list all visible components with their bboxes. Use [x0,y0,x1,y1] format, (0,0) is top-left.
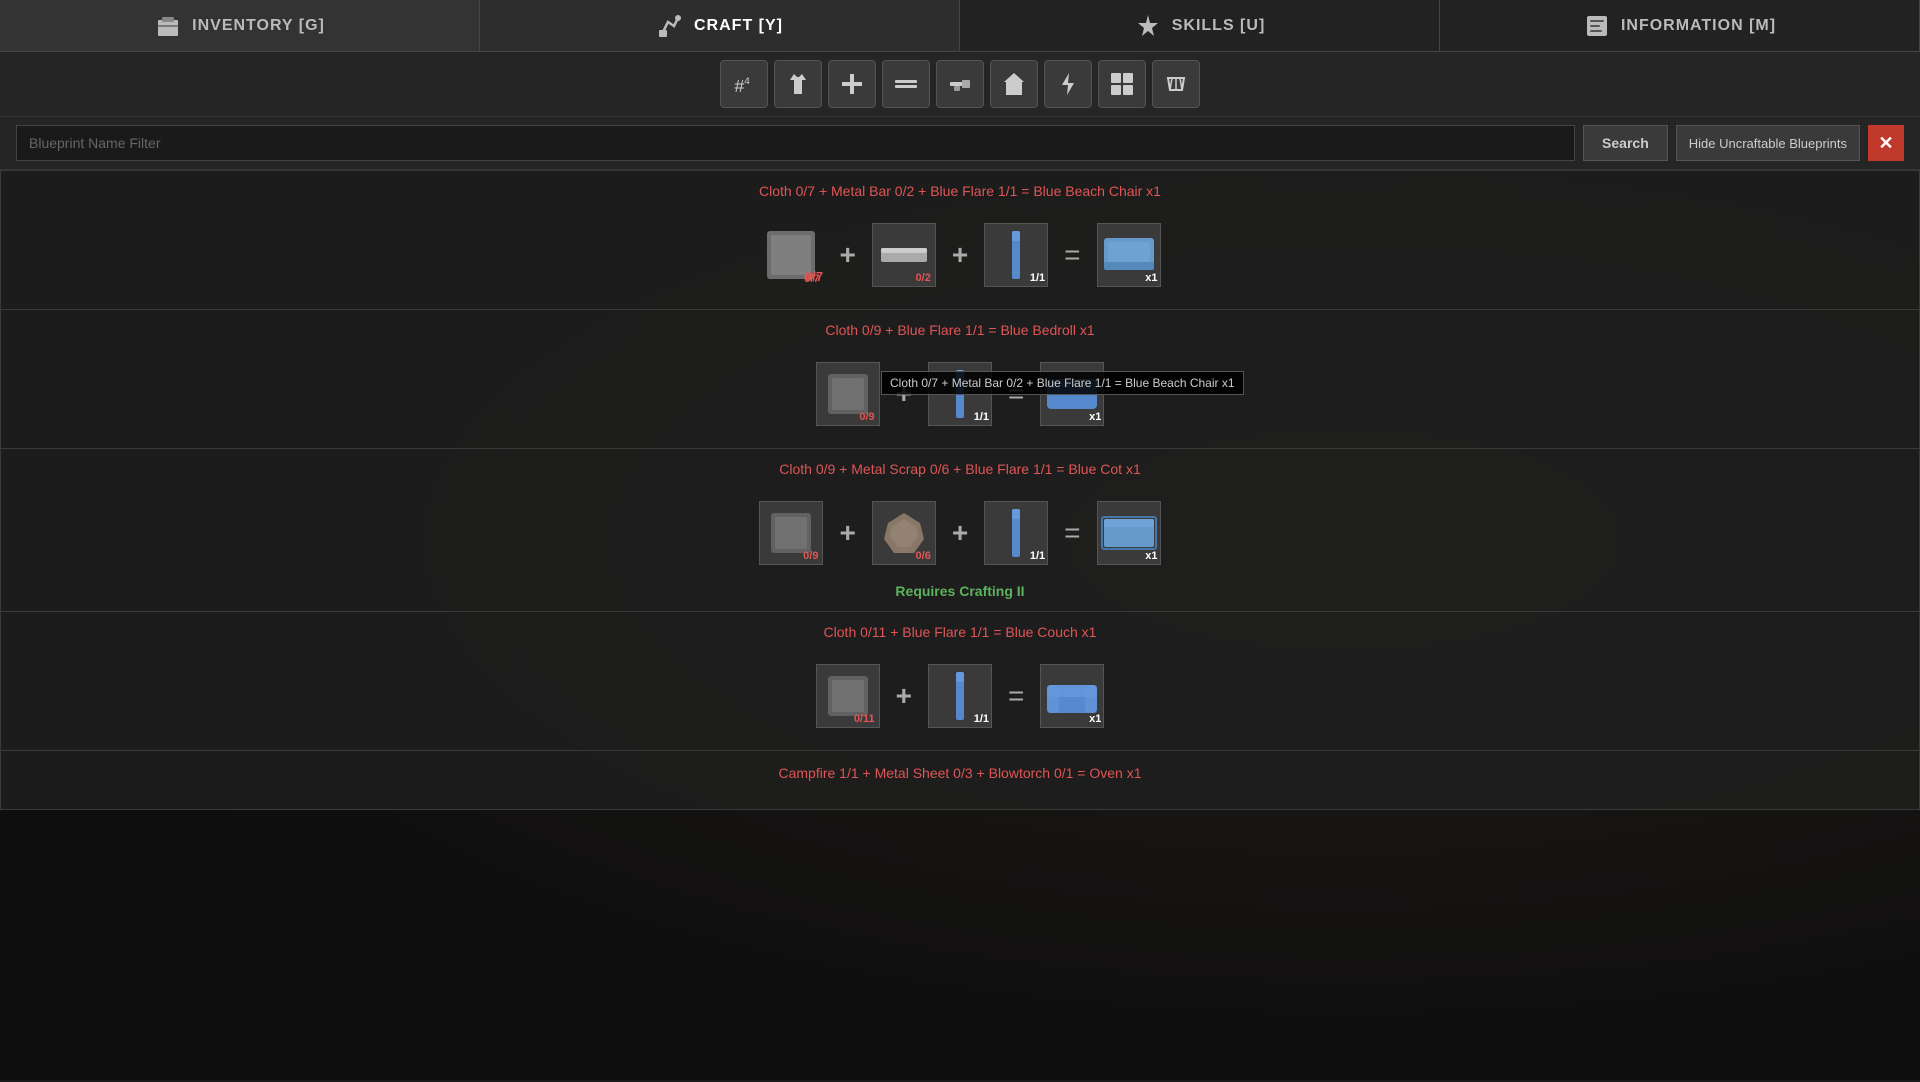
recipe-tooltip: Cloth 0/7 + Metal Bar 0/2 + Blue Flare 1… [881,371,1244,395]
blueprint-recipe-blue-cot: 0/9 + 0/6 + 1/1 = [21,491,1899,575]
cloth-count-3: 0/9 [803,550,818,562]
nav-information-label: Information [M] [1621,17,1776,35]
result-couch: x1 [1040,664,1104,728]
nav-information[interactable]: Information [M] [1440,0,1920,51]
inventory-icon [154,12,182,40]
toolbar-medical[interactable] [828,60,876,108]
toolbar-all[interactable]: # 4 [720,60,768,108]
nav-inventory[interactable]: Inventory [G] [0,0,480,51]
equals-op-1: = [1064,239,1080,271]
ingredient-blue-flare-1: 1/1 [984,223,1048,287]
toolbar-clothing[interactable] [774,60,822,108]
skills-icon [1134,12,1162,40]
cloth-count: 0/7 [804,273,819,285]
blueprint-oven[interactable]: Campfire 1/1 + Metal Sheet 0/3 + Blowtor… [0,751,1920,810]
cot-count: x1 [1145,550,1157,562]
nav-craft[interactable]: Craft [Y] [480,0,960,51]
nav-craft-label: Craft [Y] [694,17,783,35]
toolbar-tools[interactable] [882,60,930,108]
ingredient-cloth-4: 0/11 [816,664,880,728]
cloth-count-2: 0/9 [859,411,874,423]
beach-chair-count: x1 [1145,272,1157,284]
blueprint-recipe-blue-beach-chair: 0/7 0/7 + 0/2 + 1/1 [21,213,1899,297]
category-toolbar: # 4 [0,52,1920,117]
blue-flare-count-1: 1/1 [1030,272,1045,284]
toolbar-misc[interactable] [1098,60,1146,108]
nav-inventory-label: Inventory [G] [192,17,325,35]
ingredient-cloth-3: 0/9 [759,501,823,565]
search-input[interactable] [16,125,1575,161]
plus-op-1: + [839,239,855,271]
ingredient-cloth: 0/7 0/7 [759,223,823,287]
blue-flare-count-4: 1/1 [974,713,989,725]
svg-text:4: 4 [744,77,750,88]
ingredient-metal-scrap: 0/6 [872,501,936,565]
equals-op-3: = [1064,517,1080,549]
plus-op-2: + [952,239,968,271]
ingredient-metal-bar: 0/2 [872,223,936,287]
blueprint-title-blue-bedroll: Cloth 0/9 + Blue Flare 1/1 = Blue Bedrol… [21,322,1899,338]
ingredient-cloth-2: 0/9 [816,362,880,426]
toolbar-weapons[interactable] [936,60,984,108]
blueprint-blue-cot[interactable]: Cloth 0/9 + Metal Scrap 0/6 + Blue Flare… [0,449,1920,612]
plus-op-5: + [952,517,968,549]
search-bar: Search Hide Uncraftable Blueprints ✕ [0,117,1920,170]
blueprint-title-blue-beach-chair: Cloth 0/7 + Metal Bar 0/2 + Blue Flare 1… [21,183,1899,199]
toolbar-building[interactable] [990,60,1038,108]
plus-op-4: + [839,517,855,549]
toolbar-workbench[interactable] [1152,60,1200,108]
nav-skills[interactable]: Skills [U] [960,0,1440,51]
result-cot: x1 [1097,501,1161,565]
plus-op-6: + [896,680,912,712]
blueprint-title-blue-couch: Cloth 0/11 + Blue Flare 1/1 = Blue Couch… [21,624,1899,640]
craft-icon [656,12,684,40]
blue-flare-count-2: 1/1 [974,411,989,423]
metal-scrap-count: 0/6 [916,550,931,562]
blueprint-list: Cloth 0/7 + Metal Bar 0/2 + Blue Flare 1… [0,170,1920,1082]
nav-skills-label: Skills [U] [1172,17,1266,35]
blueprint-title-blue-cot: Cloth 0/9 + Metal Scrap 0/6 + Blue Flare… [21,461,1899,477]
couch-count: x1 [1089,713,1101,725]
cloth-count-4: 0/11 [854,713,875,725]
requires-crafting-label: Requires Crafting II [21,583,1899,599]
hide-uncraftable-button[interactable]: Hide Uncraftable Blueprints [1676,125,1860,161]
bedroll-count: x1 [1089,411,1101,423]
information-icon [1583,12,1611,40]
blue-flare-count-3: 1/1 [1030,550,1045,562]
search-button[interactable]: Search [1583,125,1668,161]
equals-op-4: = [1008,680,1024,712]
close-search-button[interactable]: ✕ [1868,125,1904,161]
result-beach-chair: x1 [1097,223,1161,287]
top-nav: Inventory [G] Craft [Y] Skills [U] [0,0,1920,52]
blueprint-recipe-blue-couch: 0/11 + 1/1 = x1 [21,654,1899,738]
blueprint-blue-beach-chair[interactable]: Cloth 0/7 + Metal Bar 0/2 + Blue Flare 1… [0,170,1920,310]
blueprint-title-oven: Campfire 1/1 + Metal Sheet 0/3 + Blowtor… [21,765,1899,781]
blueprint-blue-couch[interactable]: Cloth 0/11 + Blue Flare 1/1 = Blue Couch… [0,612,1920,751]
toolbar-electrical[interactable] [1044,60,1092,108]
ingredient-blue-flare-3: 1/1 [984,501,1048,565]
metal-bar-count: 0/2 [916,272,931,284]
ingredient-blue-flare-4: 1/1 [928,664,992,728]
